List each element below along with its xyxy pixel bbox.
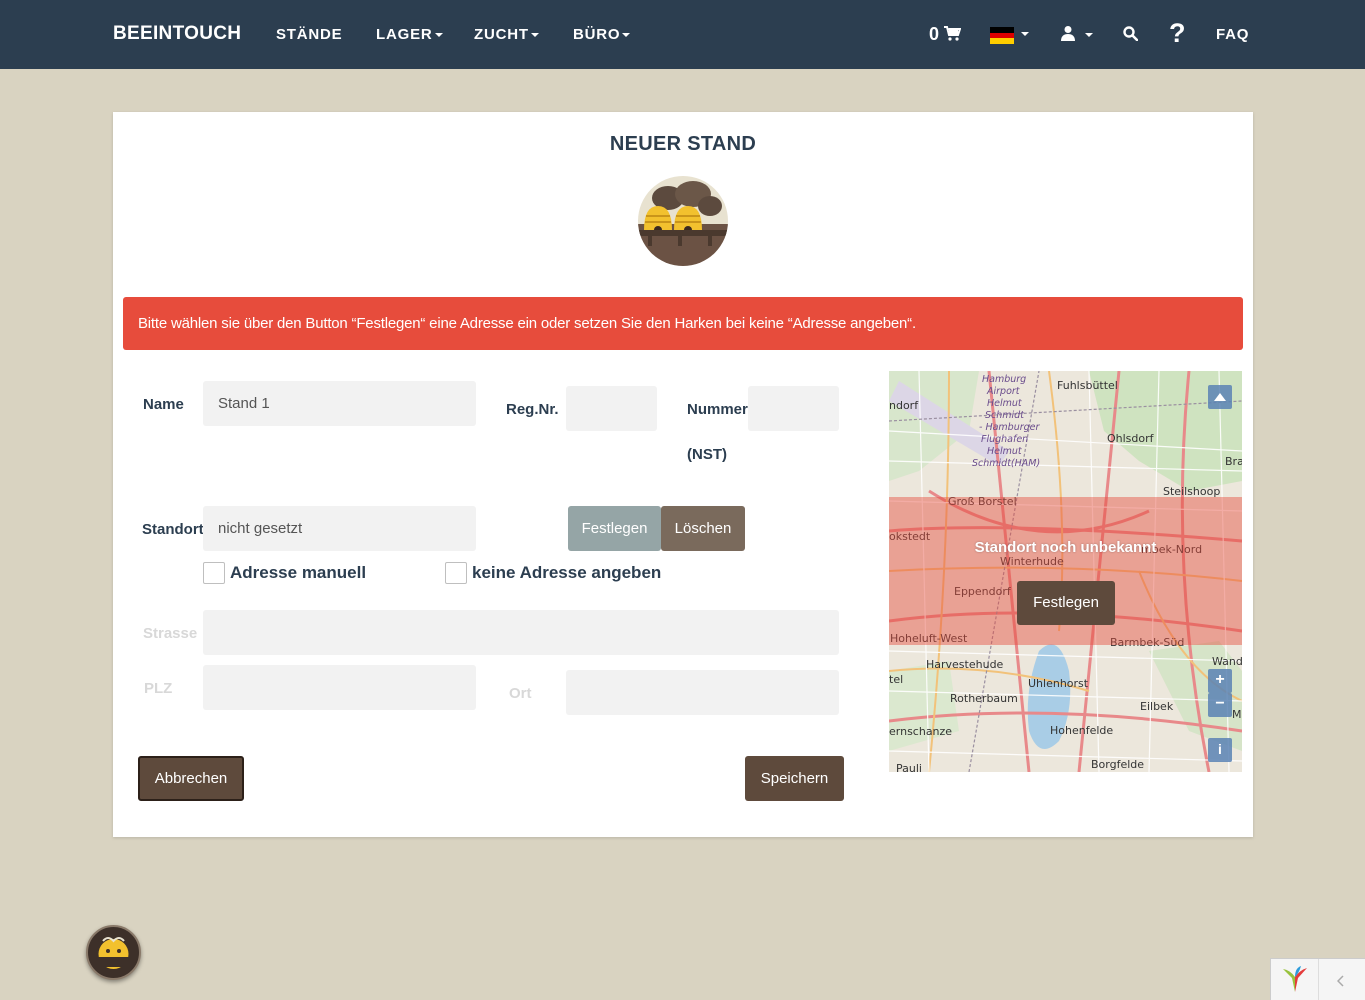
map-status-message: Standort noch unbekannt <box>974 539 1157 556</box>
strasse-input[interactable] <box>203 610 839 655</box>
adresse-manuell-label: Adresse manuell <box>230 563 367 582</box>
keine-adresse-label: keine Adresse angeben <box>472 563 662 582</box>
brand-logo[interactable]: BEEINTOUCH <box>113 23 241 45</box>
nummer-input[interactable] <box>748 386 839 431</box>
caret-down-icon <box>434 33 443 38</box>
nav-buero[interactable]: BÜRO <box>573 26 631 43</box>
zoom-out-button[interactable]: − <box>1208 693 1232 717</box>
nav-lager[interactable]: LAGER <box>376 26 443 43</box>
bee-face-icon <box>98 937 129 969</box>
strasse-label: Strasse <box>143 625 198 642</box>
regnr-input[interactable] <box>566 386 657 431</box>
standort-label: Standort <box>142 521 204 538</box>
language-caret-icon[interactable] <box>1021 32 1029 36</box>
keine-adresse-checkbox-row[interactable]: keine Adresse angeben <box>445 562 661 584</box>
triangle-up-icon <box>1214 393 1226 401</box>
loeschen-button[interactable]: Löschen <box>661 506 745 551</box>
user-icon <box>1061 26 1075 41</box>
location-map[interactable]: Hamburg Airport Helmut Schmidt - Hamburg… <box>889 371 1242 772</box>
beehive-illustration-icon <box>638 176 728 266</box>
search-icon <box>1123 26 1139 42</box>
adresse-manuell-checkbox[interactable] <box>203 562 225 584</box>
festlegen-button[interactable]: Festlegen <box>568 506 661 551</box>
page-title: NEUER STAND <box>609 133 757 155</box>
abbrechen-button[interactable]: Abbrechen <box>138 756 244 801</box>
cart-button[interactable]: 0 <box>929 24 962 45</box>
standort-input[interactable] <box>203 506 476 551</box>
zoom-in-button[interactable]: + <box>1208 669 1232 693</box>
plz-input[interactable] <box>203 665 476 710</box>
ort-label: Ort <box>509 685 532 702</box>
ort-input[interactable] <box>566 670 839 715</box>
regnr-label: Reg.Nr. <box>506 401 559 418</box>
caret-down-icon <box>530 33 539 38</box>
error-alert: Bitte wählen sie über den Button “Festle… <box>123 297 1243 350</box>
shopping-cart-icon <box>944 26 962 41</box>
nummer-label: Nummer <box>687 401 748 418</box>
corner-divider <box>1318 959 1319 1000</box>
framework-logo-icon <box>1283 966 1307 992</box>
speichern-button[interactable]: Speichern <box>745 756 844 801</box>
name-label: Name <box>143 396 184 413</box>
nav-faq[interactable]: FAQ <box>1216 26 1249 43</box>
nst-label: (NST) <box>687 446 727 463</box>
map-collapse-button[interactable] <box>1208 385 1232 409</box>
name-input[interactable] <box>203 381 476 426</box>
plz-label: PLZ <box>144 680 173 697</box>
map-festlegen-button[interactable]: Festlegen <box>1017 581 1115 625</box>
language-flag-de-icon[interactable] <box>990 27 1014 44</box>
keine-adresse-checkbox[interactable] <box>445 562 467 584</box>
map-info-button[interactable]: i <box>1208 738 1232 762</box>
chevron-left-icon <box>1337 975 1344 987</box>
caret-down-icon <box>622 33 631 38</box>
new-stand-panel: NEUER STAND Bitte wählen sie über den Bu… <box>113 112 1253 837</box>
adresse-manuell-checkbox-row[interactable]: Adresse manuell <box>203 562 366 584</box>
caret-down-icon <box>1085 33 1094 37</box>
bee-chat-button[interactable] <box>86 925 141 980</box>
debug-toolbar-toggle[interactable] <box>1270 958 1365 1000</box>
user-menu-button[interactable] <box>1061 25 1094 46</box>
search-button[interactable] <box>1123 26 1139 46</box>
beehive-avatar <box>638 176 728 266</box>
top-navbar: BEEINTOUCH STÄNDE LAGER ZUCHT BÜRO 0 ? F… <box>0 0 1365 69</box>
nav-staende[interactable]: STÄNDE <box>276 26 342 43</box>
help-question-icon[interactable]: ? <box>1169 18 1186 49</box>
nav-zucht[interactable]: ZUCHT <box>474 26 539 43</box>
